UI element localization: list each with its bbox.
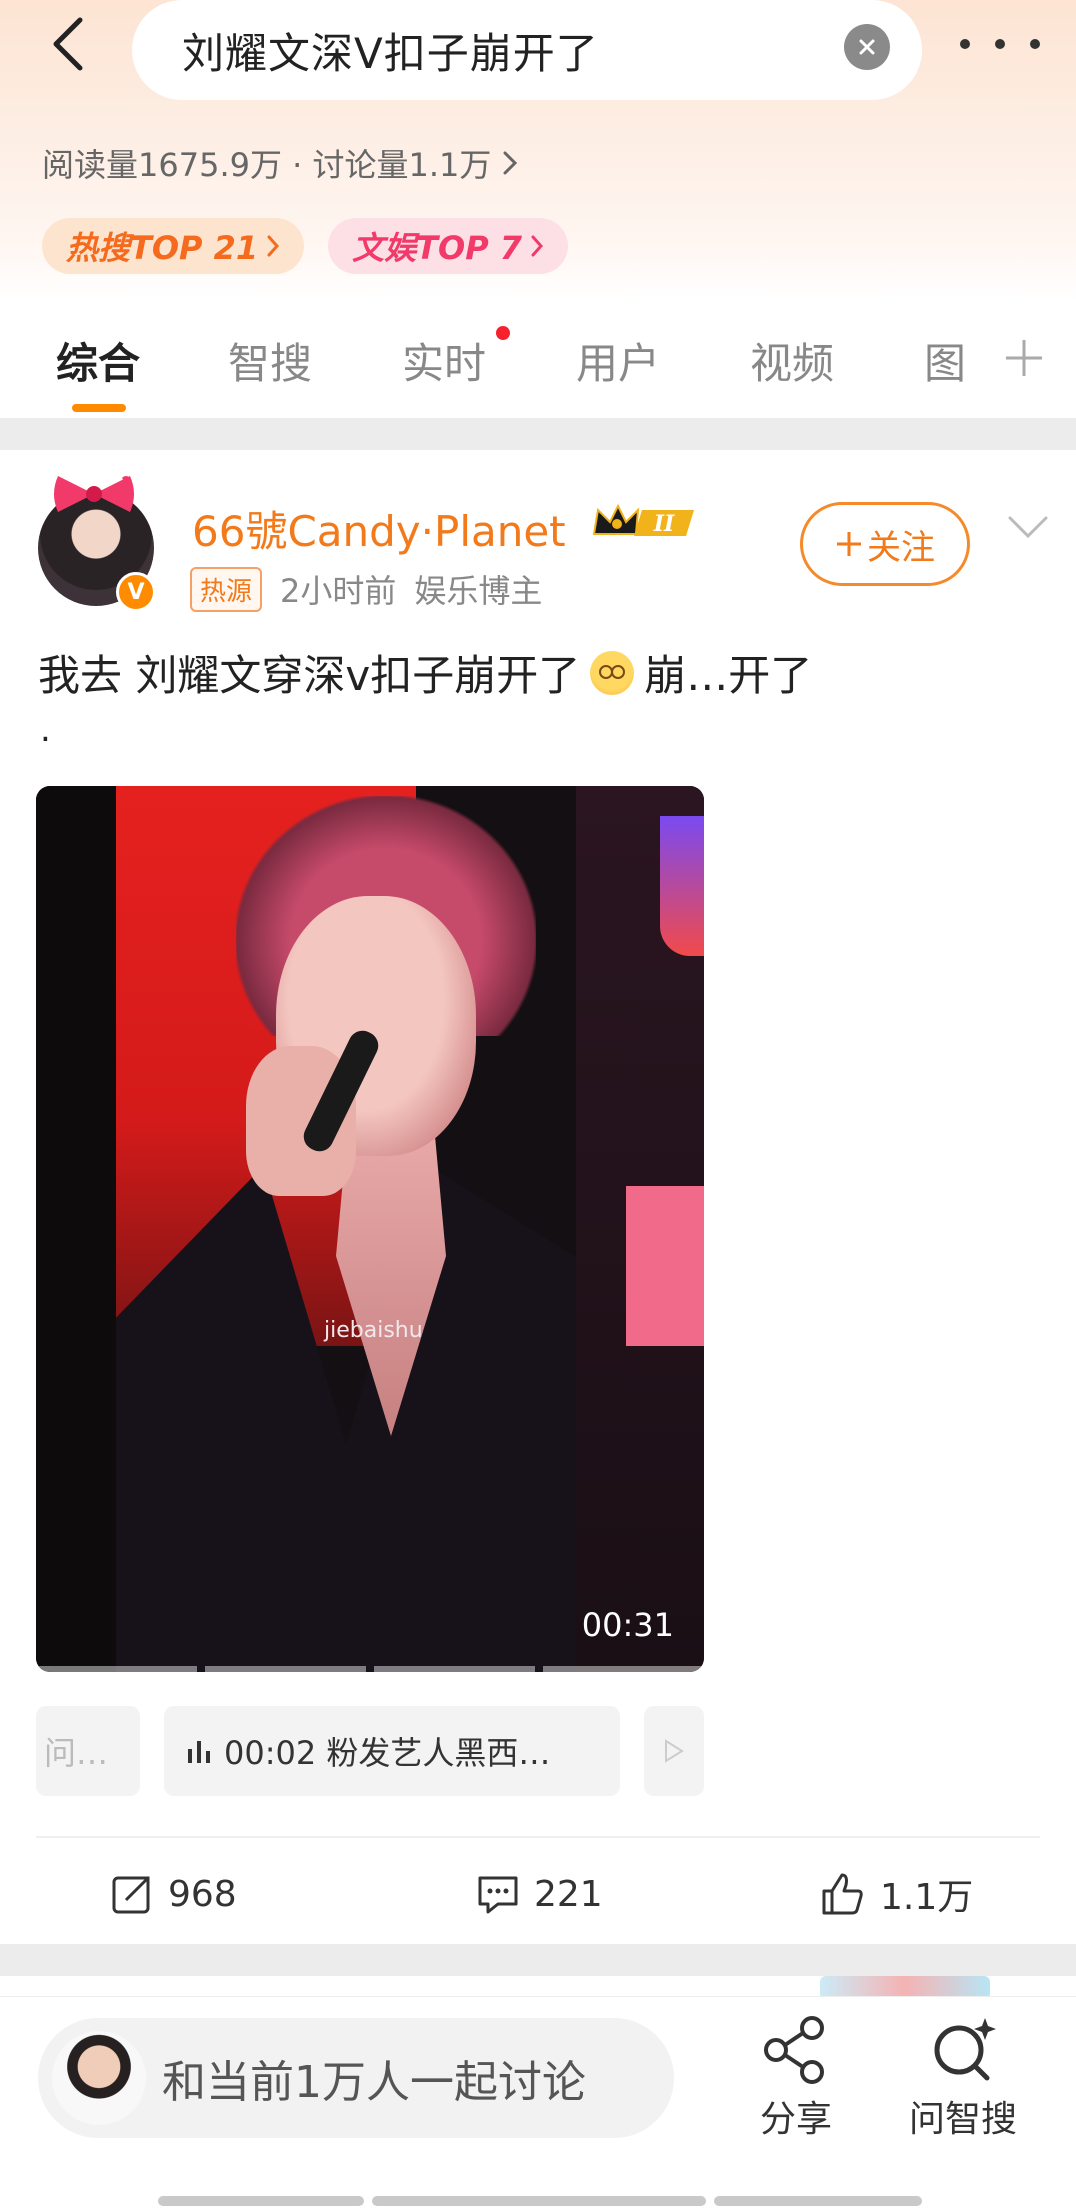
video-watermark: jiebaishu <box>324 1318 423 1343</box>
active-tab-indicator <box>72 404 126 412</box>
section-divider <box>0 418 1076 450</box>
progress-segment <box>36 1666 197 1672</box>
follow-button[interactable]: 关注 <box>800 502 970 586</box>
author-category: 娱乐博主 <box>414 572 543 610</box>
bow-decoration-icon <box>54 476 134 512</box>
hot-search-badge-label: 热搜TOP 21 <box>66 229 259 267</box>
section-divider <box>0 1944 1076 1976</box>
author-name[interactable]: 66號Candy·Planet <box>192 498 566 559</box>
more-dot-icon <box>995 39 1005 49</box>
discussion-placeholder: 和当前1万人一起讨论 <box>162 2057 586 2108</box>
home-indicator <box>158 2196 364 2206</box>
chevron-right-icon <box>503 151 518 175</box>
more-options-button[interactable] <box>960 22 1040 66</box>
progress-segment <box>543 1666 704 1672</box>
user-avatar <box>52 2031 146 2125</box>
search-input[interactable]: 刘耀文深V扣子崩开了 <box>132 0 922 100</box>
chevron-left-icon <box>53 17 83 71</box>
share-button[interactable]: 分享 <box>736 2014 856 2144</box>
realtime-new-dot <box>496 326 510 340</box>
chapter-chip-label: 问… <box>44 1734 109 1772</box>
ask-smart-search-button[interactable]: 问智搜 <box>898 2014 1028 2144</box>
post-divider <box>36 1836 1040 1838</box>
stats-text: 阅读量1675.9万 · 讨论量1.1万 <box>42 146 492 184</box>
share-icon <box>764 2016 824 2084</box>
topic-stats[interactable]: 阅读量1675.9万 · 讨论量1.1万 <box>42 140 519 186</box>
post-time: 2小时前 <box>280 572 397 610</box>
back-button[interactable] <box>38 14 98 74</box>
comment-button[interactable]: 221 <box>476 1864 603 1924</box>
chevron-down-icon[interactable] <box>1006 512 1050 542</box>
hot-search-badge[interactable]: 热搜TOP 21 <box>42 218 305 274</box>
entertainment-badge[interactable]: 文娱TOP 7 <box>328 218 569 274</box>
search-query-text: 刘耀文深V扣子崩开了 <box>182 28 599 78</box>
audio-bars-icon <box>188 1741 210 1763</box>
progress-segment <box>205 1666 366 1672</box>
dizzy-face-emoji-icon <box>590 650 635 695</box>
ranking-badges: 热搜TOP 21 文娱TOP 7 <box>42 218 569 274</box>
play-icon <box>665 1739 684 1763</box>
post-body: 我去 刘耀文穿深v扣子崩开了 崩…开了 <box>38 642 812 703</box>
clear-search-button[interactable] <box>844 24 890 70</box>
follow-label: 关注 <box>867 527 935 568</box>
tab-realtime[interactable]: 实时 <box>402 330 486 391</box>
video-progress-segments <box>36 1666 704 1672</box>
post-text-tail: 崩…开了 <box>644 651 813 700</box>
progress-segment <box>374 1666 535 1672</box>
post-text-main: 我去 刘耀文穿深v扣子崩开了 <box>38 651 581 700</box>
home-indicator <box>714 2196 922 2206</box>
video-duration: 00:31 <box>581 1606 674 1644</box>
chevron-right-icon <box>531 235 544 257</box>
add-tab-icon[interactable] <box>1002 336 1046 380</box>
discussion-input[interactable]: 和当前1万人一起讨论 <box>38 2018 674 2138</box>
video-backdrop <box>36 786 116 1672</box>
more-dot-icon <box>960 39 970 49</box>
thumbs-up-icon <box>822 1873 863 1915</box>
tab-comprehensive[interactable]: 综合 <box>56 330 140 391</box>
search-header: 刘耀文深V扣子崩开了 阅读量1675.9万 · 讨论量1.1万 热搜TOP 21… <box>0 0 1076 300</box>
search-tabs: 综合 智搜 实时 用户 视频 图 <box>0 320 1076 416</box>
video-stage-light <box>660 816 704 956</box>
repost-button[interactable]: 968 <box>110 1864 237 1924</box>
repost-icon <box>112 1876 150 1914</box>
home-indicator <box>372 2196 706 2206</box>
crown-level-icon: II <box>592 503 694 537</box>
verified-badge-icon: V <box>116 572 156 612</box>
chevron-right-icon <box>267 235 280 257</box>
chapter-chip[interactable]: 问… <box>36 1706 140 1796</box>
crown-level-text: II <box>653 511 675 537</box>
ask-smart-search-label: 问智搜 <box>908 2099 1017 2140</box>
smart-search-icon <box>934 2018 996 2081</box>
chapter-chip-label: 00:02 粉发艺人黑西… <box>224 1734 551 1772</box>
video-pink-letter <box>626 1186 704 1346</box>
close-icon <box>859 39 875 55</box>
video-chapter-chips: 问… 00:02 粉发艺人黑西… <box>36 1706 704 1802</box>
repost-count: 968 <box>168 1873 237 1915</box>
share-label: 分享 <box>759 2099 832 2140</box>
tab-smart-search[interactable]: 智搜 <box>228 330 312 391</box>
entertainment-badge-label: 文娱TOP 7 <box>352 229 523 267</box>
comment-count: 221 <box>534 1873 603 1915</box>
video-player[interactable]: jiebaishu 00:31 <box>36 786 704 1672</box>
tab-images[interactable]: 图 <box>924 330 966 391</box>
chapter-chip[interactable] <box>644 1706 704 1796</box>
tab-users[interactable]: 用户 <box>576 330 660 391</box>
post-trailing-dot: . <box>40 710 51 750</box>
like-count: 1.1万 <box>880 1877 974 1918</box>
more-dot-icon <box>1030 39 1040 49</box>
comment-icon <box>478 1876 518 1914</box>
hot-source-tag: 热源 <box>190 566 263 612</box>
like-button[interactable]: 1.1万 <box>820 1864 973 1924</box>
chapter-chip[interactable]: 00:02 粉发艺人黑西… <box>164 1706 620 1796</box>
plus-icon <box>837 532 861 556</box>
post-meta: 热源 2小时前 娱乐博主 <box>190 566 542 612</box>
tab-videos[interactable]: 视频 <box>750 330 834 391</box>
